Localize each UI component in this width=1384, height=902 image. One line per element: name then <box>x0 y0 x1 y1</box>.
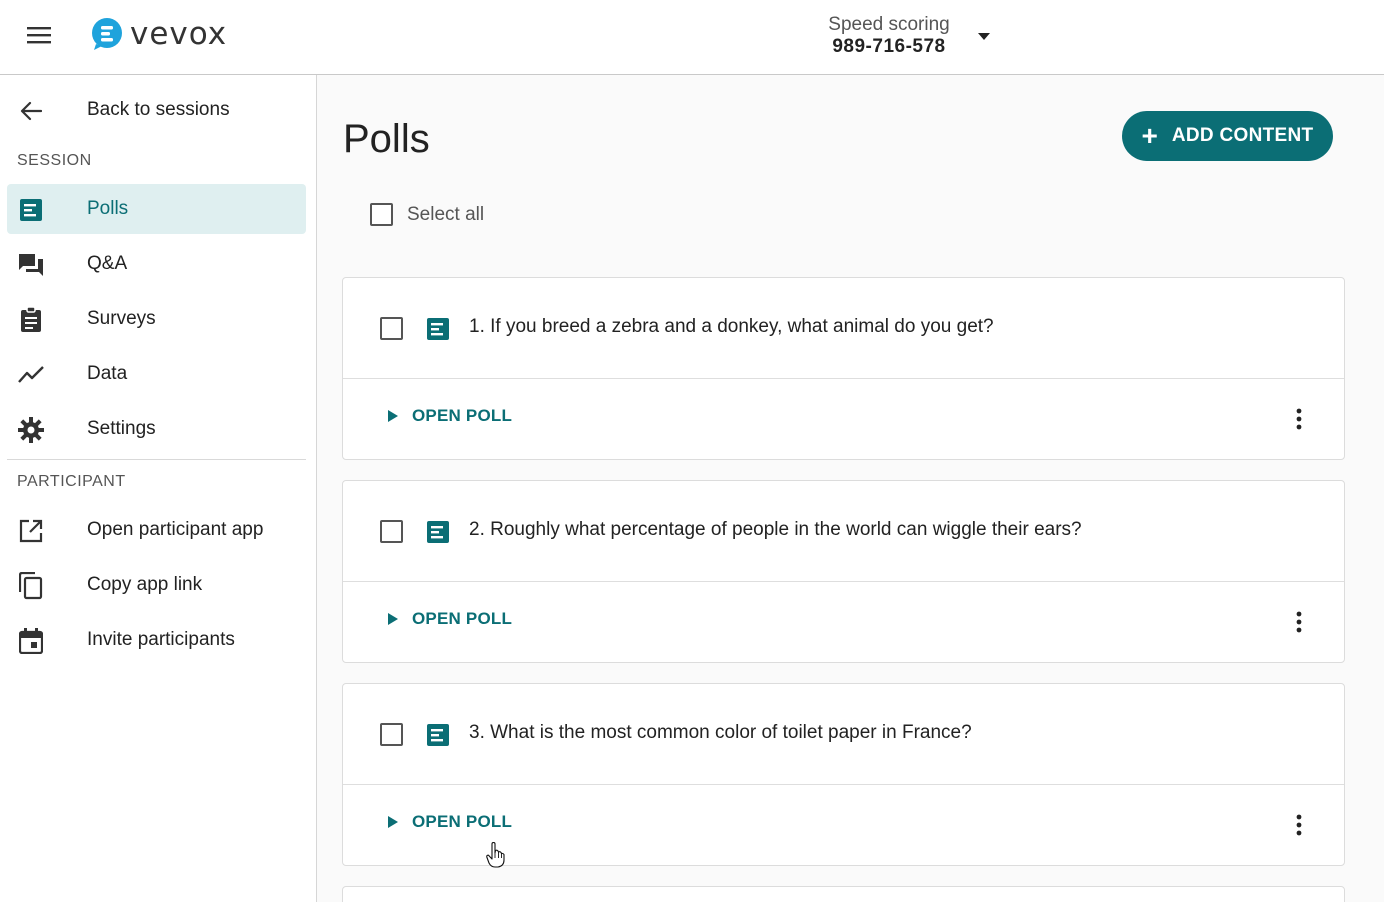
sidebar-item-qa[interactable]: Q&A <box>7 239 306 289</box>
poll-card-header: 3. What is the most common color of toil… <box>343 684 1344 785</box>
poll-icon <box>427 318 449 340</box>
poll-card: 1. If you breed a zebra and a donkey, wh… <box>342 277 1345 460</box>
sidebar-divider <box>7 459 306 460</box>
session-name: Speed scoring <box>828 14 950 35</box>
add-content-button[interactable]: + ADD CONTENT <box>1122 111 1333 161</box>
sidebar-item-data[interactable]: Data <box>7 349 306 399</box>
hamburger-menu-icon[interactable] <box>20 20 58 50</box>
session-code: 989-716-578 <box>832 36 946 57</box>
poll-question[interactable]: 2. Roughly what percentage of people in … <box>469 519 1082 541</box>
poll-card <box>342 886 1345 902</box>
open-poll-button[interactable]: OPEN POLL <box>388 609 512 629</box>
plus-icon: + <box>1141 120 1158 151</box>
back-to-sessions-link[interactable]: Back to sessions <box>7 85 306 135</box>
back-to-sessions-label: Back to sessions <box>87 99 230 120</box>
poll-checkbox[interactable] <box>380 723 403 746</box>
poll-card-header: 2. Roughly what percentage of people in … <box>343 481 1344 582</box>
sidebar-item-label: Surveys <box>87 308 156 329</box>
session-dropdown-icon[interactable] <box>972 24 996 48</box>
poll-icon <box>17 196 45 224</box>
participant-section-label: PARTICIPANT <box>17 473 126 490</box>
sidebar-item-label: Data <box>87 363 128 384</box>
sidebar-item-label: Polls <box>87 198 129 219</box>
sidebar-item-label: Open participant app <box>87 519 264 540</box>
select-all-label: Select all <box>407 203 485 225</box>
more-options-icon[interactable] <box>1287 810 1311 840</box>
open-poll-button[interactable]: OPEN POLL <box>388 812 512 832</box>
poll-question[interactable]: 1. If you breed a zebra and a donkey, wh… <box>469 316 994 338</box>
play-icon <box>388 816 398 828</box>
top-bar: vevox Speed scoring 989-716-578 <box>0 0 1384 75</box>
add-content-label: ADD CONTENT <box>1171 125 1314 146</box>
sidebar-item-invite-participants[interactable]: Invite participants <box>7 615 306 665</box>
copy-icon <box>17 572 45 600</box>
gear-icon <box>17 416 45 444</box>
survey-icon <box>17 306 45 334</box>
more-options-icon[interactable] <box>1287 607 1311 637</box>
poll-checkbox[interactable] <box>380 520 403 543</box>
sidebar-item-polls[interactable]: Polls <box>7 184 306 234</box>
chart-icon <box>17 361 45 389</box>
poll-card: 3. What is the most common color of toil… <box>342 683 1345 866</box>
sidebar-item-label: Q&A <box>87 253 128 274</box>
poll-icon <box>427 521 449 543</box>
open-poll-label: OPEN POLL <box>412 406 513 425</box>
open-poll-label: OPEN POLL <box>412 812 513 831</box>
sidebar-item-label: Invite participants <box>87 629 235 650</box>
vevox-logo[interactable]: vevox <box>90 16 227 52</box>
select-all-control[interactable]: Select all <box>370 203 484 226</box>
sidebar: Back to sessions SESSION Polls Q&A Surve… <box>0 75 317 902</box>
qa-icon <box>17 251 45 279</box>
open-in-new-icon <box>17 517 45 545</box>
sidebar-item-label: Settings <box>87 418 156 439</box>
more-options-icon[interactable] <box>1287 404 1311 434</box>
session-info[interactable]: Speed scoring 989-716-578 <box>800 14 978 58</box>
open-poll-label: OPEN POLL <box>412 609 513 628</box>
play-icon <box>388 410 398 422</box>
session-section-label: SESSION <box>17 152 92 169</box>
page-title: Polls <box>343 117 430 161</box>
vevox-logo-icon <box>92 18 122 50</box>
select-all-checkbox[interactable] <box>370 203 393 226</box>
sidebar-item-open-participant-app[interactable]: Open participant app <box>7 505 306 555</box>
poll-card: 2. Roughly what percentage of people in … <box>342 480 1345 663</box>
poll-question[interactable]: 3. What is the most common color of toil… <box>469 722 972 744</box>
poll-checkbox[interactable] <box>380 317 403 340</box>
poll-card-header: 1. If you breed a zebra and a donkey, wh… <box>343 278 1344 379</box>
open-poll-button[interactable]: OPEN POLL <box>388 406 512 426</box>
sidebar-item-label: Copy app link <box>87 574 203 595</box>
arrow-back-icon <box>17 97 45 125</box>
calendar-icon <box>17 627 45 655</box>
poll-icon <box>427 724 449 746</box>
sidebar-item-copy-app-link[interactable]: Copy app link <box>7 560 306 610</box>
sidebar-item-surveys[interactable]: Surveys <box>7 294 306 344</box>
hand-pointer-cursor-icon <box>486 842 505 868</box>
play-icon <box>388 613 398 625</box>
logo-text: vevox <box>130 16 228 52</box>
sidebar-item-settings[interactable]: Settings <box>7 404 306 454</box>
